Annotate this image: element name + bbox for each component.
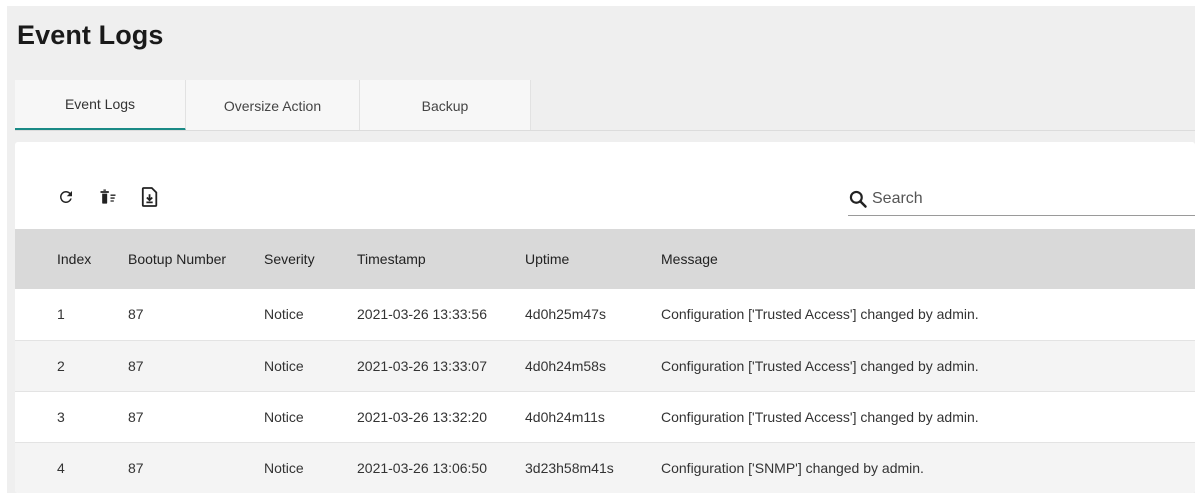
page-background: Event Logs Event Logs Oversize Action Ba…: [7, 6, 1195, 493]
cell-message: Configuration ['Trusted Access'] changed…: [661, 306, 979, 323]
cell-timestamp: 2021-03-26 13:32:20: [357, 408, 487, 425]
event-log-card: Index Bootup Number Severity Timestamp U…: [15, 142, 1195, 493]
refresh-icon[interactable]: [55, 186, 77, 208]
table-header-row: Index Bootup Number Severity Timestamp U…: [15, 229, 1195, 289]
event-log-table: Index Bootup Number Severity Timestamp U…: [15, 229, 1195, 493]
column-header-severity[interactable]: Severity: [264, 229, 357, 289]
cell-timestamp: 2021-03-26 13:33:07: [357, 357, 487, 374]
cell-uptime: 4d0h24m58s: [525, 357, 606, 374]
table-row[interactable]: 4 87 Notice 2021-03-26 13:06:50 3d23h58m…: [15, 442, 1195, 493]
clear-logs-icon[interactable]: [97, 186, 119, 208]
cell-index: 4: [57, 459, 65, 476]
cell-bootup-number: 87: [128, 306, 144, 323]
cell-severity: Notice: [264, 459, 304, 476]
cell-severity: Notice: [264, 306, 304, 323]
cell-uptime: 4d0h24m11s: [525, 408, 605, 425]
cell-message: Configuration ['Trusted Access'] changed…: [661, 357, 979, 374]
cell-index: 3: [57, 408, 65, 425]
page-title: Event Logs: [17, 20, 164, 50]
search-icon: [849, 190, 867, 208]
tab-bar: Event Logs Oversize Action Backup: [15, 80, 531, 131]
cell-index: 2: [57, 357, 65, 374]
cell-timestamp: 2021-03-26 13:33:56: [357, 306, 487, 323]
cell-bootup-number: 87: [128, 408, 144, 425]
toolbar: [55, 186, 181, 208]
tab-oversize-action[interactable]: Oversize Action: [186, 80, 360, 131]
cell-message: Configuration ['Trusted Access'] changed…: [661, 408, 979, 425]
cell-severity: Notice: [264, 408, 304, 425]
column-header-bootup-number[interactable]: Bootup Number: [128, 229, 264, 289]
cell-index: 1: [57, 306, 65, 323]
search-input[interactable]: [868, 189, 1172, 208]
tab-event-logs[interactable]: Event Logs: [15, 80, 186, 131]
table-row[interactable]: 2 87 Notice 2021-03-26 13:33:07 4d0h24m5…: [15, 340, 1195, 391]
search-box: [848, 182, 1195, 216]
export-icon[interactable]: [139, 186, 161, 208]
cell-uptime: 3d23h58m41s: [525, 459, 614, 476]
cell-severity: Notice: [264, 357, 304, 374]
tab-backup[interactable]: Backup: [360, 80, 531, 131]
table-row[interactable]: 1 87 Notice 2021-03-26 13:33:56 4d0h25m4…: [15, 289, 1195, 340]
cell-timestamp: 2021-03-26 13:06:50: [357, 459, 487, 476]
column-header-index[interactable]: Index: [15, 229, 128, 289]
cell-uptime: 4d0h25m47s: [525, 306, 606, 323]
cell-bootup-number: 87: [128, 459, 144, 476]
table-row[interactable]: 3 87 Notice 2021-03-26 13:32:20 4d0h24m1…: [15, 391, 1195, 442]
tab-divider: [15, 130, 1195, 131]
cell-bootup-number: 87: [128, 357, 144, 374]
column-header-uptime[interactable]: Uptime: [525, 229, 661, 289]
cell-message: Configuration ['SNMP'] changed by admin.: [661, 459, 924, 476]
column-header-message[interactable]: Message: [661, 229, 1195, 289]
column-header-timestamp[interactable]: Timestamp: [357, 229, 525, 289]
